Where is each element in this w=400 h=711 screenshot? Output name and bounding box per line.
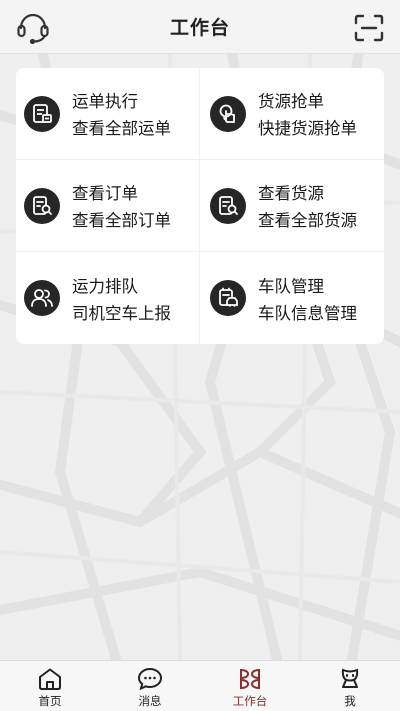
- cargo-search-icon: [210, 187, 246, 224]
- menu-item-grab-cargo[interactable]: 货源抢单 快捷货源抢单: [200, 68, 384, 160]
- menu-item-title: 货源抢单: [258, 92, 324, 111]
- menu-item-subtitle: 查看全部运单: [72, 119, 171, 138]
- menu-item-title: 查看订单: [72, 184, 138, 203]
- menu-item-waybill-execution[interactable]: 运单执行 查看全部运单: [16, 68, 200, 160]
- drivers-icon: [24, 280, 60, 316]
- tab-label: 消息: [138, 694, 162, 708]
- message-icon: [137, 667, 163, 691]
- menu-item-view-cargo[interactable]: 查看货源 查看全部货源: [200, 160, 384, 252]
- menu-item-subtitle: 司机空车上报: [72, 303, 171, 323]
- scan-icon[interactable]: [354, 14, 384, 42]
- grab-order-icon: [210, 95, 246, 132]
- tab-label: 首页: [38, 694, 62, 708]
- tab-workbench[interactable]: 工作台: [200, 661, 300, 711]
- tab-home[interactable]: 首页: [0, 661, 100, 711]
- order-search-icon: [24, 187, 60, 224]
- menu-item-subtitle: 车队信息管理: [258, 303, 357, 323]
- tab-label: 工作台: [232, 694, 268, 708]
- menu-item-title: 查看货源: [258, 184, 324, 203]
- tab-label: 我: [344, 694, 356, 708]
- menu-item-subtitle: 快捷货源抢单: [258, 119, 357, 138]
- menu-item-subtitle: 查看全部货源: [258, 211, 357, 230]
- menu-item-title: 车队管理: [258, 276, 324, 296]
- bottom-tab-bar: 首页 消息 工作台 我: [0, 660, 400, 711]
- workbench-icon: [237, 667, 263, 691]
- top-navigation-bar: 工作台: [0, 0, 400, 54]
- headset-icon[interactable]: [16, 12, 50, 45]
- waybill-icon: [24, 95, 60, 132]
- tab-messages[interactable]: 消息: [100, 661, 200, 711]
- workbench-menu-card: 运单执行 查看全部运单 货源抢单 快捷货源抢单 查看订单 查看全部订单 查看货源…: [16, 68, 384, 344]
- menu-item-title: 运力排队: [72, 276, 138, 296]
- profile-icon: [337, 667, 363, 691]
- page-title: 工作台: [169, 17, 230, 39]
- menu-item-subtitle: 查看全部订单: [72, 211, 171, 230]
- fleet-icon: [210, 280, 246, 316]
- menu-item-fleet-management[interactable]: 车队管理 车队信息管理: [200, 252, 384, 344]
- tab-profile[interactable]: 我: [300, 661, 400, 711]
- home-icon: [37, 667, 63, 691]
- menu-item-title: 运单执行: [72, 92, 138, 111]
- menu-item-capacity-queue[interactable]: 运力排队 司机空车上报: [16, 252, 200, 344]
- menu-item-view-orders[interactable]: 查看订单 查看全部订单: [16, 160, 200, 252]
